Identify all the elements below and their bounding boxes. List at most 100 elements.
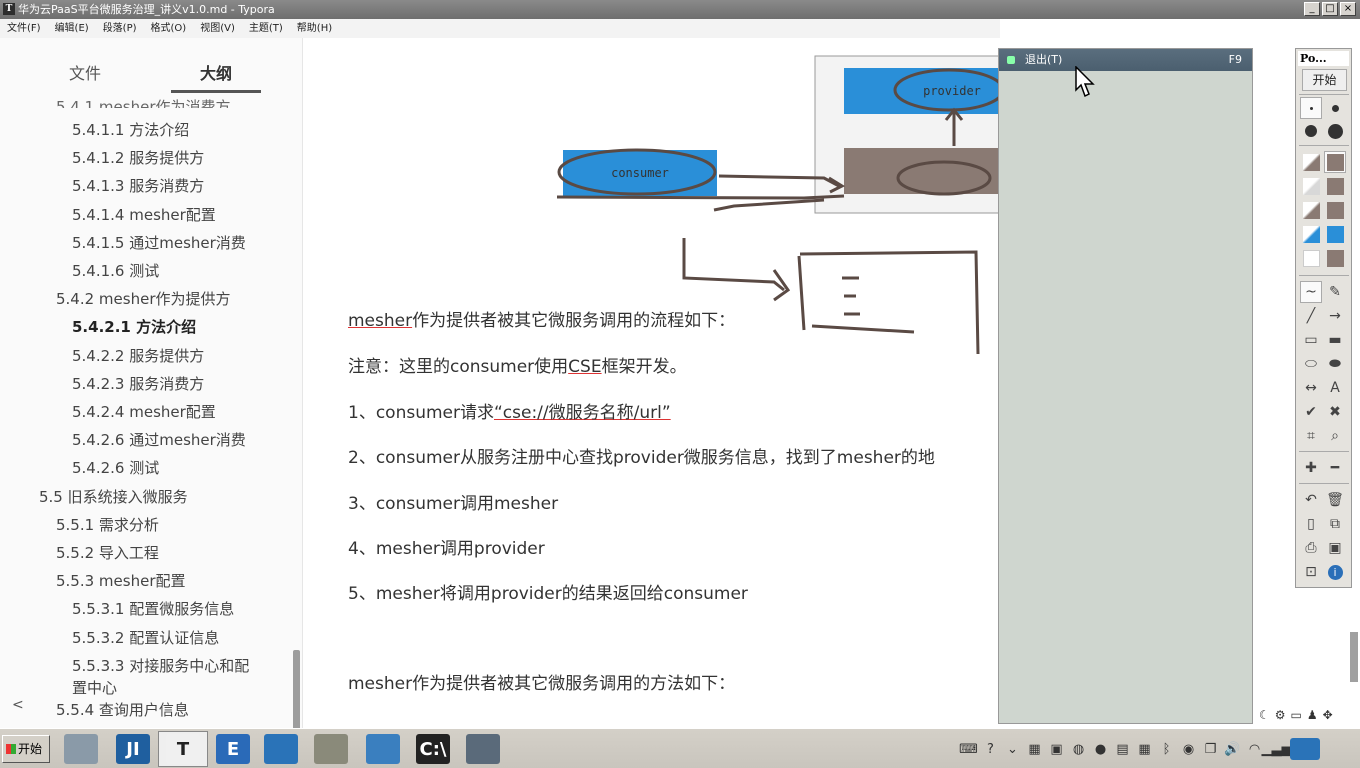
copy-icon[interactable]: ⧉ <box>1324 513 1346 535</box>
grid-icon[interactable]: ▦ <box>1136 741 1153 758</box>
screen-capture-icon[interactable]: ⊡ <box>1300 561 1322 583</box>
xlarge-dot-pen-icon[interactable] <box>1324 120 1346 142</box>
outline-item[interactable]: 5.4.2.6 通过mesher消费 <box>72 429 246 450</box>
outline-item-active[interactable]: 5.4.2.1 方法介绍 <box>72 316 196 337</box>
editor-app-button[interactable]: E <box>208 731 258 767</box>
network-icon[interactable]: ▦ <box>1026 741 1043 758</box>
exit-menu-item[interactable]: 退出(T) F9 <box>999 49 1252 71</box>
outline-item[interactable]: 5.5 旧系统接入微服务 <box>39 486 188 507</box>
sidebar-scrollbar[interactable] <box>293 650 300 728</box>
recorder-icon[interactable]: ● <box>1092 741 1109 758</box>
undo-icon[interactable]: ↶ <box>1300 489 1322 511</box>
security-icon[interactable]: ◉ <box>1180 741 1197 758</box>
terminal-app-button[interactable]: C:\ <box>408 731 458 767</box>
menu-edit[interactable]: 编辑(E) <box>48 19 96 38</box>
tab-outline[interactable]: 大纲 <box>200 60 232 84</box>
swatch-gradient-1[interactable] <box>1300 151 1322 173</box>
swatch-color-3[interactable] <box>1324 199 1346 221</box>
document-scrollbar[interactable] <box>1350 632 1358 682</box>
document-editor[interactable]: provider consumer mesher作为提供者被其它微服务调用的流程… <box>304 38 998 728</box>
start-button[interactable]: 开始 <box>2 735 50 763</box>
outline-item[interactable]: 5.5.3.2 配置认证信息 <box>72 627 219 648</box>
outline-item[interactable]: 5.4.1.2 服务提供方 <box>72 147 204 168</box>
close-button[interactable]: × <box>1340 2 1356 16</box>
tab-files[interactable]: 文件 <box>69 60 101 84</box>
clipboard-icon[interactable]: ❐ <box>1202 741 1219 758</box>
filled-rectangle-tool-icon[interactable]: ▬ <box>1324 329 1346 351</box>
trash-icon[interactable]: 🗑 <box>1324 489 1346 511</box>
user-icon[interactable]: ♟ <box>1307 708 1318 722</box>
outline-item-clipped[interactable]: 5.4.1 mesher作为消费方 <box>56 96 231 108</box>
volume-icon[interactable]: 🔊 <box>1224 741 1241 758</box>
zoom-tool-icon[interactable]: ⌕ <box>1324 425 1346 447</box>
help-icon[interactable]: ? <box>982 741 999 758</box>
outline-item[interactable]: 5.5.2 导入工程 <box>56 542 159 563</box>
intellij-app-button[interactable]: JI <box>108 731 158 767</box>
typora-app-button[interactable]: T <box>158 731 208 767</box>
menu-paragraph[interactable]: 段落(P) <box>96 19 144 38</box>
speed-app-button[interactable] <box>358 731 408 767</box>
browser-app-button[interactable] <box>256 731 306 767</box>
small-dot-pen-icon[interactable] <box>1300 97 1322 119</box>
minimize-button[interactable]: _ <box>1304 2 1320 16</box>
back-arrow-icon[interactable]: < <box>12 697 24 713</box>
outline-item[interactable]: 5.4.1.1 方法介绍 <box>72 119 189 140</box>
outline-item[interactable]: 5.4.2.6 测试 <box>72 457 159 478</box>
print-icon[interactable]: ⎙ <box>1300 537 1322 559</box>
medium-dot-pen-icon[interactable] <box>1324 97 1346 119</box>
cross-mark-icon[interactable]: ✖ <box>1324 401 1346 423</box>
globe-icon[interactable]: ◍ <box>1070 741 1087 758</box>
swatch-gradient-3[interactable] <box>1300 199 1322 221</box>
pen-app-button[interactable] <box>458 731 508 767</box>
moon-icon[interactable]: ☾ <box>1259 708 1270 722</box>
menu-help[interactable]: 帮助(H) <box>290 19 339 38</box>
expand-icon[interactable]: ✥ <box>1323 708 1333 722</box>
line-tool-icon[interactable]: ╱ <box>1300 305 1322 327</box>
tools-app-button[interactable] <box>306 731 356 767</box>
outline-item[interactable]: 5.4.1.4 mesher配置 <box>72 204 216 225</box>
outline-item[interactable]: 5.5.1 需求分析 <box>56 514 159 535</box>
outline-item[interactable]: 5.4.2 mesher作为提供方 <box>56 288 231 309</box>
swatch-color-white[interactable] <box>1300 247 1322 269</box>
check-mark-icon[interactable]: ✔ <box>1300 401 1322 423</box>
monitor-icon[interactable]: ▤ <box>1114 741 1131 758</box>
maximize-button[interactable]: □ <box>1322 2 1338 16</box>
wifi-icon[interactable]: ◠ <box>1246 741 1263 758</box>
outline-item[interactable]: 5.5.3.1 配置微服务信息 <box>72 598 234 619</box>
swatch-color-2[interactable] <box>1324 175 1346 197</box>
signal-icon[interactable]: ▁▃▅ <box>1262 741 1292 758</box>
outline-item[interactable]: 置中心 <box>72 677 117 698</box>
bluetooth-icon[interactable]: ᛒ <box>1158 741 1175 758</box>
add-icon[interactable]: ✚ <box>1300 457 1322 479</box>
menu-theme[interactable]: 主题(T) <box>242 19 290 38</box>
outline-item[interactable]: 5.4.2.4 mesher配置 <box>72 401 216 422</box>
outline-item[interactable]: 5.4.1.3 服务消费方 <box>72 175 204 196</box>
clock-badge[interactable] <box>1290 738 1320 760</box>
window-icon[interactable]: ▭ <box>1291 708 1302 722</box>
outline-item[interactable]: 5.4.2.3 服务消费方 <box>72 373 204 394</box>
large-dot-pen-icon[interactable] <box>1300 120 1322 142</box>
new-page-icon[interactable]: ▯ <box>1300 513 1322 535</box>
outline-item[interactable]: 5.4.1.5 通过mesher消费 <box>72 232 246 253</box>
menu-file[interactable]: 文件(F) <box>0 19 48 38</box>
outline-item[interactable]: 5.5.3.3 对接服务中心和配 <box>72 655 249 676</box>
swatch-color-4[interactable] <box>1324 247 1346 269</box>
crop-tool-icon[interactable]: ⌗ <box>1300 425 1322 447</box>
swatch-gradient-2[interactable] <box>1300 175 1322 197</box>
ellipse-tool-icon[interactable]: ⬭ <box>1300 353 1322 375</box>
outline-item[interactable]: 5.5.3 mesher配置 <box>56 570 186 591</box>
swatch-color-blue[interactable] <box>1324 223 1346 245</box>
palette-start-button[interactable]: 开始 <box>1302 69 1347 91</box>
outline-item[interactable]: 5.5.4 查询用户信息 <box>56 699 189 720</box>
file-manager-button[interactable] <box>56 731 106 767</box>
menu-view[interactable]: 视图(V) <box>193 19 242 38</box>
eraser-icon[interactable]: ✎ <box>1324 281 1346 303</box>
freehand-pen-icon[interactable]: ~ <box>1300 281 1322 303</box>
swatch-color-selected[interactable] <box>1324 151 1346 173</box>
tray-expand-icon[interactable]: ⌄ <box>1004 741 1021 758</box>
menu-format[interactable]: 格式(O) <box>144 19 194 38</box>
keyboard-icon[interactable]: ⌨ <box>959 741 978 758</box>
outline-item[interactable]: 5.4.2.2 服务提供方 <box>72 345 204 366</box>
settings-icon[interactable]: ⚙ <box>1275 708 1286 722</box>
rectangle-tool-icon[interactable]: ▭ <box>1300 329 1322 351</box>
